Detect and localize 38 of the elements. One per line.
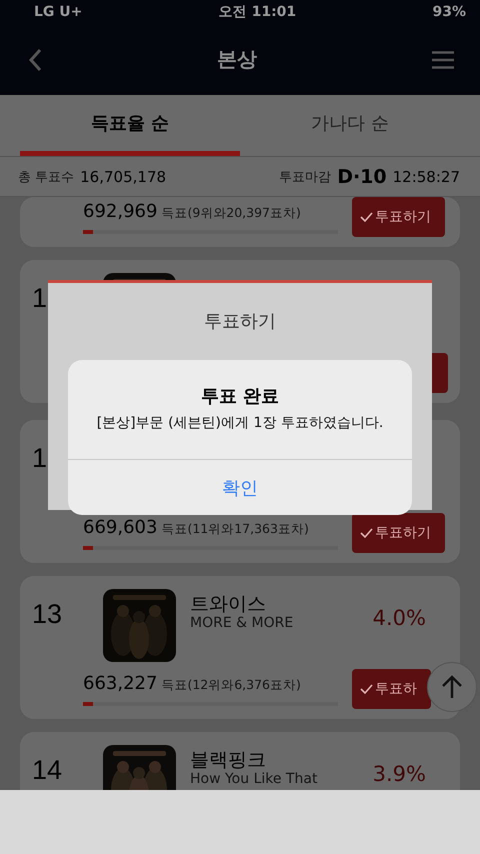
check-icon (360, 528, 373, 538)
vote-percent: 4.0% (372, 606, 427, 630)
up-arrow-icon (441, 675, 463, 699)
menu-icon[interactable] (432, 50, 454, 68)
vote-button[interactable]: 투표하 (352, 669, 431, 709)
vote-gap-note: 득표(9위와20,397표차) (161, 204, 301, 222)
alert-title: 투표 완료 (200, 385, 280, 408)
rank-number: 14 (32, 755, 62, 786)
carrier-label: LG U+ (34, 4, 82, 20)
vote-button[interactable]: 투표하기 (352, 197, 445, 237)
album-title: How You Like That (190, 771, 318, 788)
vote-gap-note: 득표(12위와6,376표차) (161, 676, 301, 694)
alert-message: [본상]부문 (세븐틴)에게 1장 투표하였습니다. (96, 414, 384, 432)
vote-count: 669,603 (83, 516, 158, 538)
battery-label: 93% (432, 4, 466, 20)
vote-gap-note: 득표(11위와17,363표차) (161, 520, 309, 538)
album-title: MORE & MORE (190, 615, 294, 632)
check-icon (360, 212, 373, 222)
page-title: 본상 (217, 46, 257, 73)
scroll-top-button[interactable] (427, 662, 477, 712)
vote-count: 663,227 (83, 672, 158, 694)
clock-label: 오전 11:01 (218, 3, 296, 21)
vote-button[interactable]: 투표하기 (352, 513, 445, 553)
deadline-label: 투표마감 (279, 168, 332, 186)
total-votes-label: 총 투표수 (18, 168, 74, 186)
d-day-label: D·10 (337, 166, 387, 188)
vote-percent: 3.9% (372, 762, 427, 786)
rank-number: 1 (32, 443, 48, 474)
artist-name: 블랙핑크 (190, 749, 267, 771)
vote-count: 692,969 (83, 200, 158, 222)
countdown-label: 12:58:27 (392, 168, 460, 186)
artist-name: 트와이스 (190, 593, 267, 615)
dialog-title: 투표하기 (204, 310, 276, 333)
total-votes-value: 16,705,178 (80, 168, 166, 186)
rank-number: 1 (32, 283, 48, 314)
check-icon (360, 684, 373, 694)
rank-number: 13 (32, 599, 62, 630)
back-icon[interactable] (28, 48, 42, 72)
